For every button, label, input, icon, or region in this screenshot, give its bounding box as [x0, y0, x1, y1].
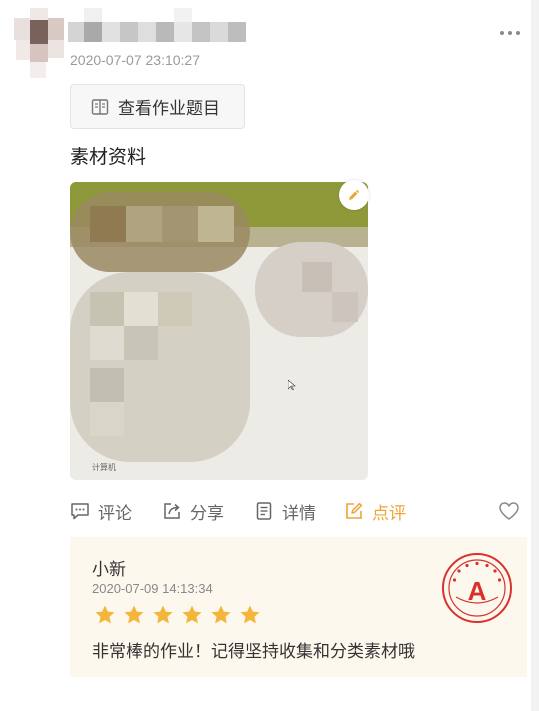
star-icon: [182, 605, 202, 624]
review-label: 点评: [372, 503, 406, 523]
book-icon: [91, 98, 109, 115]
action-bar: 评论 分享 详情 点评: [70, 498, 522, 526]
review-icon: [346, 502, 363, 519]
heart-icon[interactable]: [498, 500, 520, 522]
edit-pencil-icon[interactable]: [339, 180, 369, 210]
view-homework-button[interactable]: 查看作业题目: [70, 84, 245, 129]
details-icon: [256, 502, 272, 520]
section-title: 素材资料: [70, 147, 147, 168]
comment-button[interactable]: 评论: [70, 498, 132, 524]
more-icon[interactable]: [498, 30, 522, 38]
teacher-review-card: 小新 2020-07-09 14:13:34 非常棒的作业！记得坚持收集和分类素…: [70, 537, 527, 677]
desktop-icon-label: 计算机: [92, 463, 116, 472]
star-rating: [94, 604, 268, 626]
post-timestamp: 2020-07-07 23:10:27: [70, 52, 200, 68]
star-icon: [240, 605, 260, 624]
comment-icon: [71, 503, 89, 520]
scrollbar-track: [531, 0, 539, 711]
user-name-blurred: [68, 8, 246, 44]
share-label: 分享: [190, 503, 224, 523]
share-button[interactable]: 分享: [162, 498, 224, 524]
star-icon: [211, 605, 231, 624]
star-icon: [124, 605, 144, 624]
details-label: 详情: [282, 503, 316, 523]
reviewer-name: 小新: [92, 560, 126, 579]
review-button[interactable]: 点评: [344, 498, 406, 524]
star-icon: [153, 605, 173, 624]
comment-label: 评论: [98, 503, 132, 523]
stamp-grade-text: A: [468, 576, 487, 606]
review-timestamp: 2020-07-09 14:13:34: [92, 581, 213, 596]
star-icon: [95, 605, 115, 624]
review-comment: 非常棒的作业！记得坚持收集和分类素材哦: [92, 642, 415, 661]
share-icon: [164, 503, 180, 519]
grade-stamp-icon: A: [442, 553, 512, 623]
material-photo[interactable]: 计算机: [70, 182, 368, 480]
avatar[interactable]: [10, 8, 66, 78]
mouse-cursor-icon: [288, 380, 296, 390]
details-button[interactable]: 详情: [254, 498, 316, 524]
view-homework-label: 查看作业题目: [118, 99, 220, 118]
